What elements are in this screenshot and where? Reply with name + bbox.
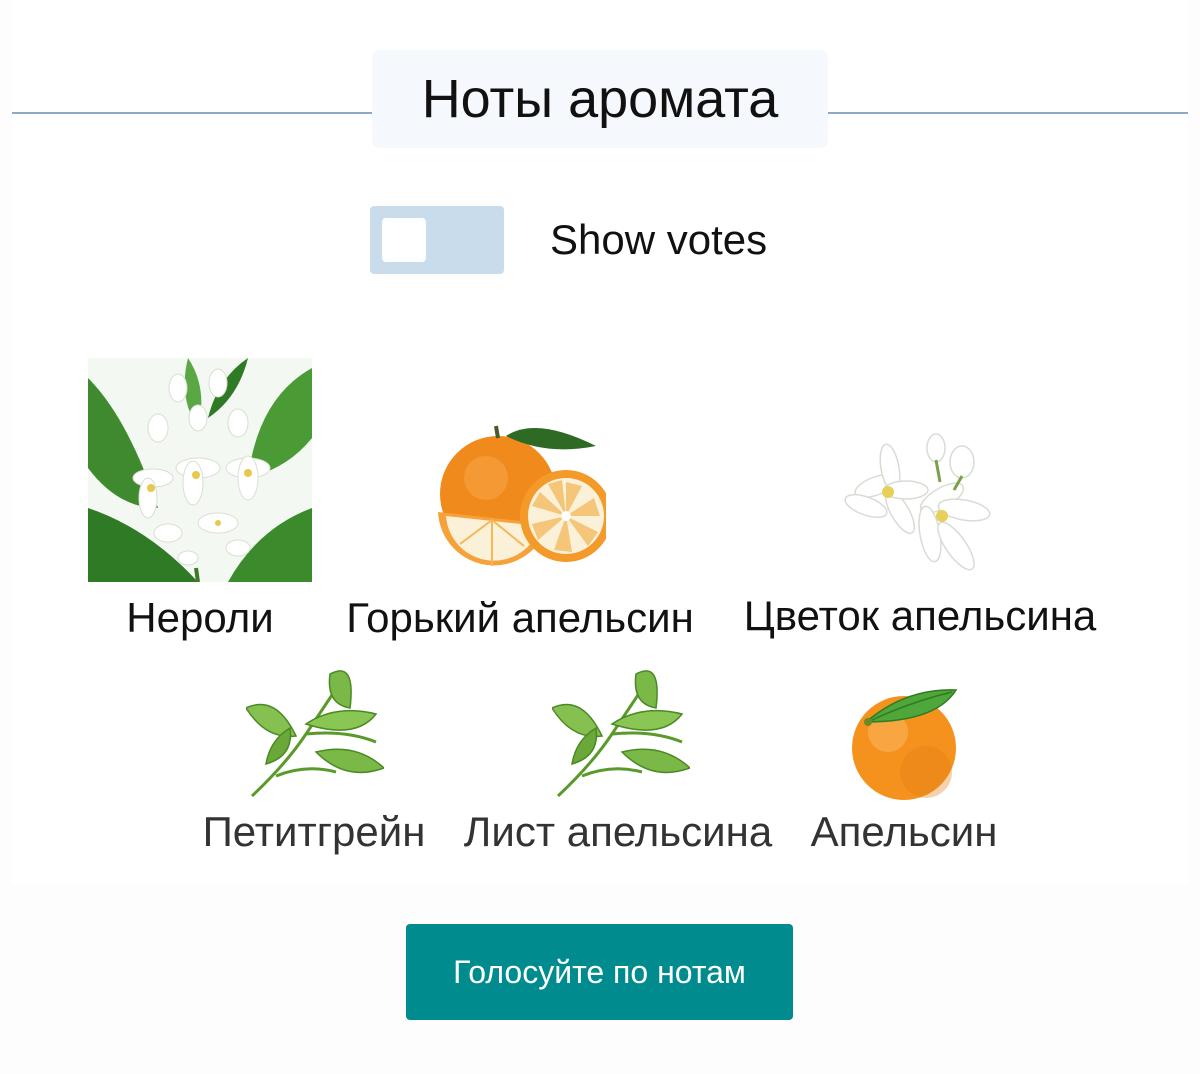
vote-for-notes-button[interactable]: Голосуйте по нотам [406,924,793,1020]
orange-leaf-image [552,670,690,798]
note-orange-leaf[interactable]: Лист апельсина [452,664,788,864]
petitgrain-leaves-image [246,670,384,798]
note-bitter-orange-label: Горький апельсин [346,594,694,641]
header-divider-right [828,112,1188,114]
orange-blossom-image [844,430,996,582]
note-orange-blossom[interactable]: Цветок апельсина [730,430,1110,648]
note-orange-leaf-label: Лист апельсина [463,808,773,855]
note-neroli[interactable]: Нероли [88,358,312,648]
show-votes-label: Show votes [550,216,768,263]
note-orange[interactable]: Апельсин [802,676,1010,864]
note-orange-blossom-label: Цветок апельсина [743,592,1097,639]
section-title: Ноты аромата [372,50,828,148]
note-neroli-label: Нероли [126,594,274,641]
bitter-orange-image [438,425,606,566]
header-divider-left [12,112,372,114]
orange-image [852,689,958,800]
note-bitter-orange[interactable]: Горький апельсин [330,410,712,648]
toggle-knob [382,218,426,262]
page: Ноты аромата Show votes Нероли Горький а… [0,0,1200,1074]
note-petitgrain-label: Петитгрейн [202,808,426,855]
section-header: Ноты аромата [12,50,1188,148]
neroli-flowers-image [88,358,312,582]
note-petitgrain[interactable]: Петитгрейн [196,664,436,864]
note-orange-label: Апельсин [810,808,998,855]
show-votes-row: Show votes [370,206,767,274]
show-votes-toggle[interactable] [370,206,504,274]
